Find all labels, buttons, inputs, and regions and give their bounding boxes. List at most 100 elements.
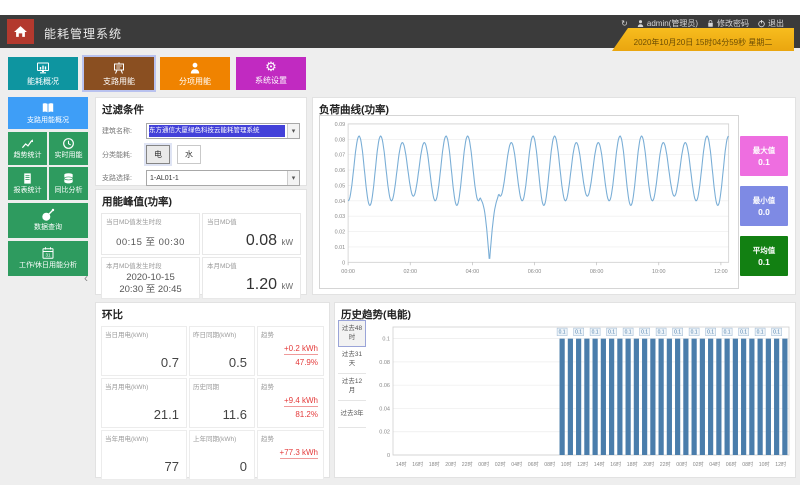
change-password-button[interactable]: 修改密码 (706, 18, 749, 29)
svg-text:0.1: 0.1 (592, 330, 599, 336)
tab-branch-energy[interactable]: 支路用能 (84, 57, 154, 90)
calendar-icon: 31 (41, 246, 55, 260)
sidebar-item-data-query[interactable]: 数据查询 (8, 203, 88, 238)
cell-value: 0 (240, 459, 247, 474)
logout-label: 退出 (768, 18, 784, 29)
building-select[interactable]: 东方通信大厦绿色科技云能耗管理系统 ▾ (146, 123, 300, 139)
svg-text:14时: 14时 (594, 460, 605, 468)
screen: 能耗管理系统 ↻ admin(管理员) 修改密码 退出 2020年10月20日 … (0, 0, 800, 500)
cell-label: 当月用电(kWh) (105, 381, 183, 391)
trend-label: 趋势 (261, 381, 320, 391)
energy-type-water-button[interactable]: 水 (177, 145, 201, 164)
user-name: admin(管理员) (647, 18, 698, 29)
svg-text:0.04: 0.04 (379, 406, 390, 412)
cell-value: 11.6 (223, 407, 247, 422)
home-button[interactable] (7, 19, 34, 44)
comparison-title: 环比 (96, 303, 329, 322)
md-day-period-cell: 当日MD值发生时段 00:15 至 00:30 (101, 213, 200, 255)
sidebar-item-report-statistics[interactable]: 报表统计 (8, 167, 47, 200)
avg-value: 0.1 (758, 257, 770, 267)
svg-text:08:00: 08:00 (590, 269, 604, 275)
filter-panel: 过滤条件 建筑名称: 东方通信大厦绿色科技云能耗管理系统 ▾ 分类能耗: 电 水… (95, 97, 307, 186)
svg-text:06时: 06时 (528, 460, 539, 468)
tab-category-energy[interactable]: 分项用能 (160, 57, 230, 90)
chevron-down-icon[interactable]: ▾ (287, 171, 299, 185)
app-window: 能耗管理系统 ↻ admin(管理员) 修改密码 退出 2020年10月20日 … (0, 15, 800, 485)
svg-text:0.1: 0.1 (691, 330, 698, 336)
svg-text:0.1: 0.1 (674, 330, 681, 336)
sidebar-collapse-toggle[interactable]: ‹ (84, 271, 88, 285)
svg-text:0.03: 0.03 (335, 214, 346, 220)
svg-text:0.06: 0.06 (379, 383, 390, 389)
md-month-period-date: 2020-10-15 (126, 272, 175, 283)
branch-select-label: 支路选择: (102, 173, 146, 183)
book-icon (41, 101, 55, 115)
sidebar-item-trend-statistics[interactable]: 趋势统计 (8, 132, 47, 165)
svg-text:02:00: 02:00 (403, 269, 417, 275)
tab-past-12-months[interactable]: 过去12月 (338, 374, 366, 401)
sidebar-item-yoy-analysis[interactable]: 同比分析 (49, 167, 88, 200)
tab-system-settings[interactable]: ⚙ 系统设置 (236, 57, 306, 90)
svg-text:04时: 04时 (709, 460, 720, 468)
energy-type-electric-button[interactable]: 电 (146, 145, 170, 164)
svg-text:04:00: 04:00 (466, 269, 480, 275)
sidebar-item-label: 实时用能 (53, 152, 85, 160)
svg-text:0.04: 0.04 (335, 199, 346, 205)
tab-past-48-hours[interactable]: 过去48时 (338, 320, 366, 347)
comparison-cell: 历史同期11.6 (189, 378, 255, 428)
svg-text:20时: 20时 (643, 460, 654, 468)
svg-text:0: 0 (387, 453, 390, 459)
avg-value-badge: 平均值 0.1 (740, 236, 788, 276)
cell-label: 昨日同期(kWh) (193, 329, 251, 339)
svg-text:31: 31 (45, 253, 51, 258)
branch-select-value: 1-AL01-1 (147, 175, 287, 182)
trend-label: 趋势 (261, 433, 320, 443)
database-icon (62, 172, 75, 185)
load-curve-chart: 00.010.020.030.040.050.060.070.080.0900:… (319, 115, 739, 289)
tab-past-3-years[interactable]: 过去3年 (338, 401, 366, 428)
branch-select[interactable]: 1-AL01-1 ▾ (146, 170, 300, 186)
app-title: 能耗管理系统 (44, 25, 122, 42)
tab-label: 支路用能 (103, 76, 135, 87)
min-value-label: 最小值 (753, 195, 776, 206)
svg-text:0.1: 0.1 (724, 330, 731, 336)
svg-text:0: 0 (342, 260, 345, 266)
filter-panel-title: 过滤条件 (96, 98, 306, 117)
md-month-value: 1.20 (246, 276, 277, 293)
md-day-unit: kW (281, 238, 293, 247)
svg-text:0.1: 0.1 (575, 330, 582, 336)
logout-button[interactable]: 退出 (757, 18, 784, 29)
svg-text:08时: 08时 (742, 460, 753, 468)
min-value-badge: 最小值 0.0 (740, 186, 788, 226)
max-value-label: 最大值 (753, 145, 776, 156)
tab-past-31-days[interactable]: 过去31天 (338, 347, 366, 374)
user-strip: ↻ admin(管理员) 修改密码 退出 (621, 18, 784, 29)
svg-text:0.1: 0.1 (641, 330, 648, 336)
building-name-label: 建筑名称: (102, 126, 146, 136)
comparison-cell: 当年用电(kWh)77 (101, 430, 187, 480)
svg-text:22时: 22时 (660, 460, 671, 468)
cell-label: 当日用电(kWh) (105, 329, 183, 339)
trend-cell: 趋势+0.2 kWh47.9% (257, 326, 324, 376)
svg-text:10时: 10时 (759, 460, 770, 468)
avg-value-label: 平均值 (753, 245, 776, 256)
sidebar-item-workday-analysis[interactable]: 31 工作/休日用能分析 (8, 241, 88, 276)
svg-text:0.09: 0.09 (335, 122, 346, 128)
svg-text:0.07: 0.07 (335, 153, 346, 159)
chevron-down-icon[interactable]: ▾ (287, 124, 299, 138)
refresh-button[interactable]: ↻ (621, 19, 628, 28)
trend-cell: 趋势+77.3 kWh (257, 430, 324, 480)
datetime-text: 2020年10月20日 15时04分59秒 星期二 (634, 37, 773, 48)
tab-energy-overview[interactable]: 能耗概况 (8, 57, 78, 90)
current-user[interactable]: admin(管理员) (636, 18, 698, 29)
max-value-badge: 最大值 0.1 (740, 136, 788, 176)
sidebar-item-label: 同比分析 (53, 187, 85, 195)
lock-icon (706, 19, 715, 28)
svg-text:0.05: 0.05 (335, 183, 346, 189)
svg-text:22时: 22时 (462, 460, 473, 468)
power-icon (757, 19, 766, 28)
sidebar-item-realtime-energy[interactable]: 实时用能 (49, 132, 88, 165)
sidebar-item-branch-overview[interactable]: 支路用能概况 (8, 97, 88, 129)
user-icon (636, 19, 645, 28)
max-value: 0.1 (758, 157, 770, 167)
